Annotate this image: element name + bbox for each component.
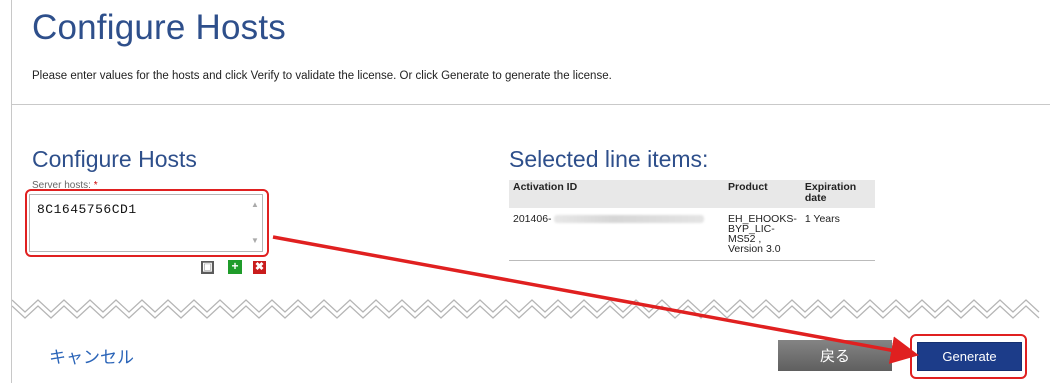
page-title: Configure Hosts — [32, 8, 286, 47]
table-header-row: Activation ID Product Expiration date — [509, 180, 875, 208]
product-cell: EH_EHOOKS-BYP_LIC-MS52 , Version 3.0 — [724, 208, 801, 261]
line-items-table: Activation ID Product Expiration date 20… — [509, 180, 875, 261]
divider — [12, 104, 1050, 105]
copy-icon[interactable]: ▣ — [201, 261, 214, 274]
redacted-text — [553, 215, 704, 224]
activation-id-cell: 201406- — [509, 208, 724, 261]
zigzag-divider — [12, 299, 1040, 319]
page-frame: Configure Hosts Please enter values for … — [11, 0, 1050, 383]
annotation-highlight-generate — [910, 334, 1027, 379]
back-button[interactable]: 戻る — [778, 340, 892, 371]
column-header-expiration: Expiration date — [800, 180, 875, 208]
column-header-product: Product — [724, 180, 801, 208]
expiration-cell: 1 Years — [800, 208, 875, 261]
remove-icon[interactable]: ✖ — [253, 261, 266, 274]
instructions-text: Please enter values for the hosts and cl… — [32, 70, 612, 82]
activation-id-value: 201406- — [513, 213, 552, 225]
table-row: 201406- EH_EHOOKS-BYP_LIC-MS52 , Version… — [509, 208, 875, 261]
cancel-link[interactable]: キャンセル — [49, 343, 134, 368]
configure-hosts-heading: Configure Hosts — [32, 146, 197, 172]
selected-line-items-heading: Selected line items: — [509, 146, 709, 172]
column-header-activation-id: Activation ID — [509, 180, 724, 208]
annotation-highlight-hosts — [25, 189, 269, 257]
add-icon[interactable]: + — [228, 260, 242, 274]
